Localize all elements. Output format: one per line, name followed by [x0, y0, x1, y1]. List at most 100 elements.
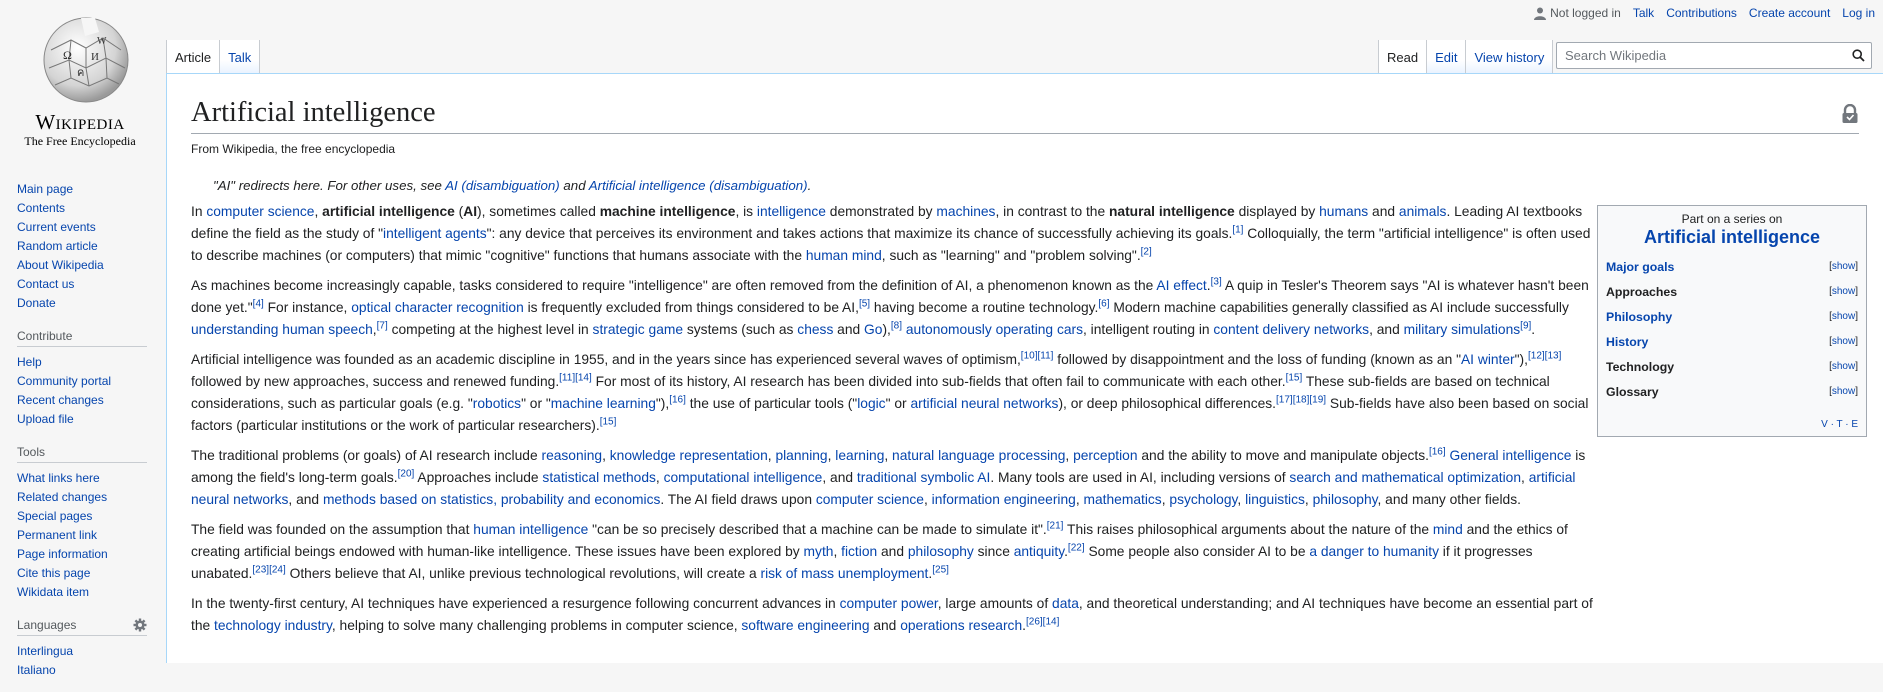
article-link[interactable]: search and mathematical optimization — [1289, 470, 1521, 485]
vte-links[interactable]: V · T · E — [1821, 419, 1858, 430]
article-link[interactable]: risk of mass unemployment — [760, 566, 928, 581]
citation-ref[interactable]: [22] — [1068, 542, 1085, 553]
article-link[interactable]: understanding human speech — [191, 322, 373, 337]
citation-ref[interactable]: [25] — [932, 564, 949, 575]
tab-view-history[interactable]: View history — [1466, 40, 1554, 73]
article-link[interactable]: operations research — [900, 618, 1022, 633]
article-link[interactable]: AI effect — [1156, 278, 1206, 293]
article-link[interactable]: mathematics — [1084, 492, 1162, 507]
citation-ref[interactable]: [1] — [1232, 224, 1243, 235]
citation-ref[interactable]: [20] — [398, 468, 415, 479]
show-toggle[interactable]: [show] — [1829, 361, 1858, 372]
ai-full-disambiguation-link[interactable]: Artificial intelligence (disambiguation) — [589, 178, 808, 193]
citation-ref[interactable]: [15] — [1286, 372, 1303, 383]
sidebar-item-cite-this-page[interactable]: Cite this page — [17, 566, 90, 580]
sidebar-item-what-links-here[interactable]: What links here — [17, 471, 100, 485]
article-link[interactable]: human mind — [806, 248, 882, 263]
search-icon[interactable] — [1845, 43, 1871, 68]
article-link[interactable]: reasoning — [541, 448, 602, 463]
article-link[interactable]: computer power — [840, 596, 938, 611]
article-link[interactable]: psychology — [1169, 492, 1237, 507]
show-toggle[interactable]: [show] — [1829, 311, 1858, 322]
citation-ref[interactable]: [2] — [1141, 246, 1152, 257]
citation-ref[interactable]: [4] — [253, 298, 264, 309]
citation-ref[interactable]: [16] — [669, 394, 686, 405]
lock-icon[interactable] — [1841, 104, 1859, 124]
article-link[interactable]: artificial neural networks — [910, 396, 1058, 411]
sidebar-item-upload-file[interactable]: Upload file — [17, 412, 74, 426]
article-link[interactable]: computer science — [816, 492, 924, 507]
article-link[interactable]: animals — [1399, 204, 1447, 219]
gear-icon[interactable] — [133, 618, 147, 632]
tab-talk[interactable]: Talk — [220, 40, 261, 73]
article-link[interactable]: a danger to humanity — [1309, 544, 1439, 559]
article-link[interactable]: Go — [864, 322, 882, 337]
sidebar-item-related-changes[interactable]: Related changes — [17, 490, 107, 504]
article-link[interactable]: perception — [1073, 448, 1137, 463]
contributions-link[interactable]: Contributions — [1666, 6, 1737, 20]
article-link[interactable]: methods based on statistics, probability… — [323, 492, 660, 507]
sidebox-row-label[interactable]: Philosophy — [1606, 310, 1672, 324]
article-link[interactable]: intelligent agents — [383, 226, 487, 241]
sidebar-item-recent-changes[interactable]: Recent changes — [17, 393, 104, 407]
ai-disambiguation-link[interactable]: AI (disambiguation) — [445, 178, 560, 193]
citation-ref[interactable]: [5] — [859, 298, 870, 309]
sidebar-item-help[interactable]: Help — [17, 355, 42, 369]
sidebar-item-contact-us[interactable]: Contact us — [17, 277, 74, 291]
tab-read[interactable]: Read — [1378, 40, 1428, 74]
article-link[interactable]: computer science — [206, 204, 314, 219]
show-toggle[interactable]: [show] — [1829, 386, 1858, 397]
search-input[interactable] — [1557, 48, 1845, 63]
citation-ref[interactable]: [7] — [377, 320, 388, 331]
sidebar-item-main-page[interactable]: Main page — [17, 182, 73, 196]
sidebar-item-random-article[interactable]: Random article — [17, 239, 98, 253]
article-link[interactable]: data — [1052, 596, 1079, 611]
citation-ref[interactable]: [23][24] — [252, 564, 285, 575]
article-link[interactable]: humans — [1319, 204, 1368, 219]
article-link[interactable]: antiquity — [1014, 544, 1064, 559]
sidebar-item-italiano[interactable]: Italiano — [17, 663, 56, 677]
sidebar-item-page-information[interactable]: Page information — [17, 547, 108, 561]
article-link[interactable]: machine learning — [551, 396, 656, 411]
article-link[interactable]: fiction — [841, 544, 877, 559]
article-link[interactable]: autonomously operating cars — [906, 322, 1083, 337]
citation-ref[interactable]: [26][14] — [1026, 616, 1059, 627]
article-link[interactable]: chess — [797, 322, 833, 337]
article-link[interactable]: optical character recognition — [351, 300, 524, 315]
citation-ref[interactable]: [8] — [891, 320, 902, 331]
log-in-link[interactable]: Log in — [1842, 6, 1875, 20]
article-link[interactable]: content delivery networks — [1213, 322, 1369, 337]
show-toggle[interactable]: [show] — [1829, 336, 1858, 347]
article-link[interactable]: linguistics — [1245, 492, 1305, 507]
sidebar-item-interlingua[interactable]: Interlingua — [17, 644, 73, 658]
article-link[interactable]: AI winter — [1461, 352, 1515, 367]
article-link[interactable]: machines — [936, 204, 995, 219]
sidebar-item-community-portal[interactable]: Community portal — [17, 374, 111, 388]
article-link[interactable]: computational intelligence — [664, 470, 823, 485]
sidebar-item-contents[interactable]: Contents — [17, 201, 65, 215]
citation-ref[interactable]: [17][18][19] — [1276, 394, 1326, 405]
article-link[interactable]: philosophy — [908, 544, 974, 559]
article-link[interactable]: robotics — [473, 396, 521, 411]
sidebar-item-donate[interactable]: Donate — [17, 296, 56, 310]
citation-ref[interactable]: [16] — [1429, 446, 1446, 457]
article-link[interactable]: mind — [1433, 522, 1463, 537]
sidebar-item-wikidata-item[interactable]: Wikidata item — [17, 585, 89, 599]
article-link[interactable]: software engineering — [741, 618, 869, 633]
show-toggle[interactable]: [show] — [1829, 261, 1858, 272]
article-link[interactable]: technology industry — [214, 618, 332, 633]
sidebox-row-label[interactable]: Major goals — [1606, 260, 1674, 274]
citation-ref[interactable]: [6] — [1098, 298, 1109, 309]
article-link[interactable]: strategic game — [593, 322, 684, 337]
citation-ref[interactable]: [21] — [1047, 520, 1064, 531]
citation-ref[interactable]: [15] — [600, 416, 617, 427]
sidebox-row-label[interactable]: History — [1606, 335, 1648, 349]
article-link[interactable]: logic — [857, 396, 885, 411]
show-toggle[interactable]: [show] — [1829, 286, 1858, 297]
tab-article[interactable]: Article — [166, 40, 221, 74]
article-link[interactable]: philosophy — [1313, 492, 1378, 507]
article-link[interactable]: statistical methods — [542, 470, 656, 485]
sidebar-item-about-wikipedia[interactable]: About Wikipedia — [17, 258, 104, 272]
article-link[interactable]: learning — [835, 448, 884, 463]
article-link[interactable]: planning — [775, 448, 827, 463]
